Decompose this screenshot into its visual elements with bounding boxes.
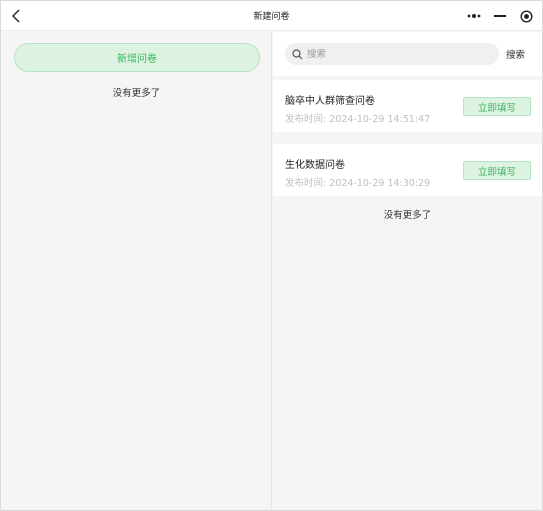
search-input[interactable] <box>307 48 487 60</box>
fill-now-button[interactable]: 立即填写 <box>463 97 531 116</box>
search-icon <box>292 48 303 59</box>
more-dots-icon <box>467 14 481 18</box>
no-more-text: 没有更多了 <box>383 210 432 221</box>
target-close-icon <box>519 9 533 23</box>
window-controls <box>464 6 536 26</box>
title-bar: 新建问卷 <box>1 1 542 31</box>
search-button[interactable]: 搜索 <box>506 47 525 61</box>
search-box[interactable] <box>285 43 499 65</box>
publish-time-value: 2024-10-29 14:51:47 <box>329 114 431 125</box>
survey-card: 生化数据问卷 发布时间: 2024-10-29 14:30:29 立即填写 <box>273 144 542 196</box>
window-title: 新建问卷 <box>253 12 290 22</box>
survey-card: 脑卒中人群筛查问卷 发布时间: 2024-10-29 14:51:47 立即填写 <box>273 80 542 132</box>
more-button[interactable] <box>464 6 484 26</box>
minimize-icon <box>494 15 506 17</box>
survey-publish-time: 发布时间: 2024-10-29 14:51:47 <box>285 111 430 125</box>
publish-time-value: 2024-10-29 14:30:29 <box>329 178 431 189</box>
survey-title: 脑卒中人群筛查问卷 <box>285 96 375 107</box>
close-button[interactable] <box>516 6 536 26</box>
app-window: 新建问卷 新增问卷 没有更多了 搜索 搜索 脑卒中人群筛查问卷 发布时间: 20… <box>0 0 543 511</box>
left-pane: 新增问卷 没有更多了 <box>1 32 272 510</box>
no-more-text: 没有更多了 <box>112 88 161 99</box>
fill-now-button[interactable]: 立即填写 <box>463 161 531 180</box>
search-bar: 搜索 <box>273 32 542 76</box>
publish-time-label: 发布时间: <box>285 114 327 125</box>
right-pane: 搜索 脑卒中人群筛查问卷 发布时间: 2024-10-29 14:51:47 立… <box>273 32 542 510</box>
survey-publish-time: 发布时间: 2024-10-29 14:30:29 <box>285 175 430 189</box>
survey-title: 生化数据问卷 <box>285 160 345 171</box>
add-survey-button[interactable]: 新增问卷 <box>14 43 260 72</box>
minimize-button[interactable] <box>490 6 510 26</box>
publish-time-label: 发布时间: <box>285 178 327 189</box>
